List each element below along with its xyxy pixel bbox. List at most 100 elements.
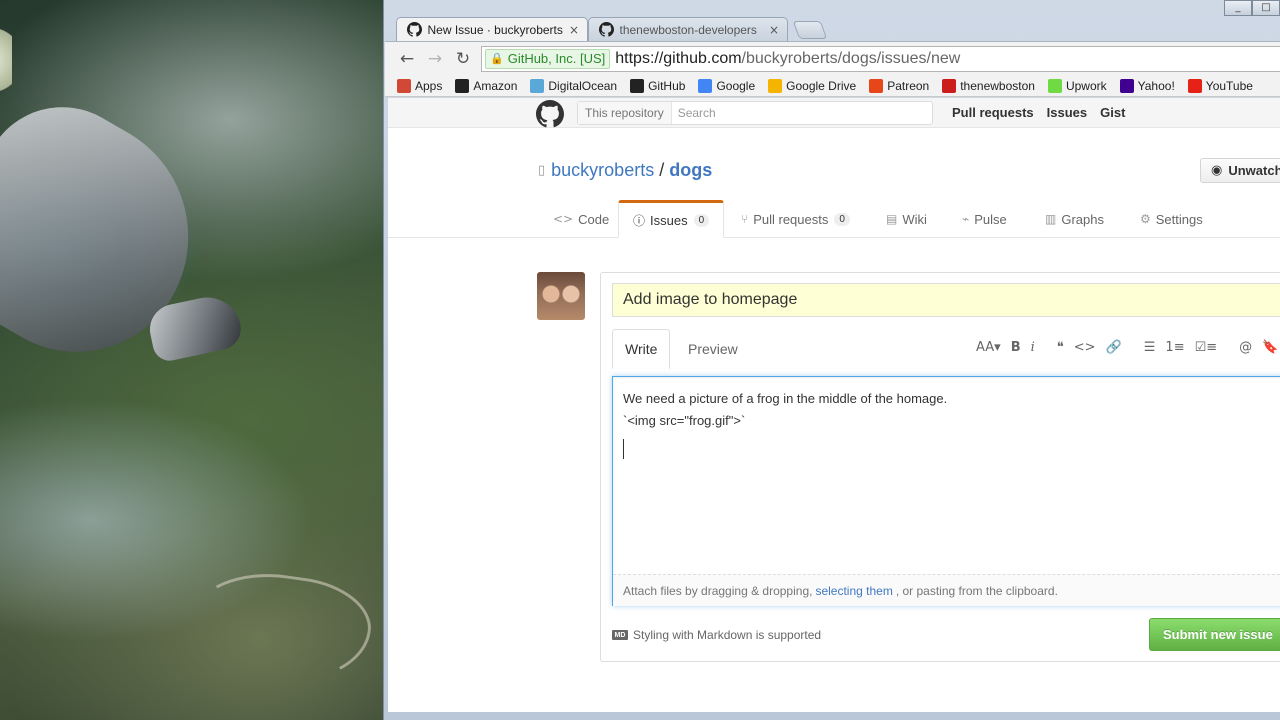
unwatch-button[interactable]: ◉ Unwatch [1200,158,1280,183]
issues-counter: 0 [693,213,710,227]
tab-code[interactable]: <> Code [553,200,609,238]
github-logo-icon[interactable] [536,100,564,128]
text-size-icon[interactable]: AA▾ [976,340,1001,355]
markdown-support-note[interactable]: MD Styling with Markdown is supported [612,628,821,642]
address-bar[interactable]: 🔒 GitHub, Inc. [US] https://github.com/b… [481,45,1280,72]
tab-label: Graphs [1061,211,1104,227]
tab-label: Pull requests [753,211,829,227]
lock-icon: 🔒 [490,53,504,65]
new-tab-button[interactable] [792,21,828,39]
bookmark-label: YouTube [1205,78,1253,93]
minimize-button[interactable]: _ [1224,0,1252,16]
tab-pulse[interactable]: ⌁ Pulse [962,200,1007,238]
issue-title-input[interactable] [612,283,1280,317]
attach-text: Attach files by dragging & dropping, [623,583,813,598]
graph-icon: ▥ [1045,212,1057,226]
url-path: /buckyroberts/dogs/issues/new [741,49,961,67]
tab-graphs[interactable]: ▥ Graphs [1045,200,1104,238]
bold-icon[interactable]: B [1011,340,1021,355]
bookmark-label: Google Drive [786,78,857,93]
bookmark-yahoo[interactable]: Yahoo! [1119,78,1175,93]
browser-tab-new-issue[interactable]: New Issue · buckyroberts/dogs × [396,17,588,41]
bookmark-google-drive[interactable]: Google Drive [768,78,857,93]
bookmark-label: Amazon [473,78,518,93]
maximize-button[interactable]: □ [1252,0,1280,16]
select-files-link[interactable]: selecting them [815,584,892,598]
forward-arrow-icon[interactable]: → [421,49,449,69]
reload-icon[interactable]: ↻ [449,49,477,69]
issue-body-textarea[interactable]: We need a picture of a frog in the middl… [613,377,1280,574]
repo-icon: ▯ [538,163,546,178]
back-arrow-icon[interactable]: ← [393,49,421,69]
saved-reply-icon[interactable]: 🔖 [1262,340,1278,355]
bookmark-thenewboston[interactable]: thenewboston [942,78,1035,93]
ordered-list-icon[interactable]: 1≡ [1165,340,1184,355]
task-list-icon[interactable]: ☑≡ [1195,340,1218,355]
pull-requests-counter: 0 [834,212,850,226]
search-scope-label[interactable]: This repository [578,102,672,124]
repo-owner-link[interactable]: buckyroberts [551,160,654,181]
bookmark-google[interactable]: Google [698,78,756,93]
bookmark-label: Apps [415,78,443,93]
quote-icon[interactable]: ❝ [1057,340,1064,355]
body-line: `<img src="frog.gif">` [623,411,1275,433]
mention-icon[interactable]: @ [1239,340,1252,355]
code-icon: <> [553,212,574,226]
body-line: We need a picture of a frog in the middl… [623,391,948,406]
bookmark-github[interactable]: GitHub [630,78,686,93]
browser-tab-thenewboston-developers[interactable]: thenewboston-developers × [588,17,788,41]
desktop-wallpaper [0,0,384,720]
tab-settings[interactable]: ⚙ Settings [1140,200,1203,238]
user-avatar[interactable] [537,272,585,320]
window-controls: _ □ [1224,0,1280,16]
pull-request-icon: ⑂ [741,212,749,226]
nav-issues[interactable]: Issues [1047,105,1087,120]
bookmark-label: Patreon [887,78,930,93]
search-input[interactable] [677,106,932,120]
tab-issues[interactable]: ⓘ Issues 0 [618,200,725,238]
italic-icon[interactable]: i [1031,340,1035,355]
code-icon[interactable]: <> [1074,340,1096,355]
text-caret [623,439,624,459]
new-issue-form: Write Preview AA▾ B i ❝ <> 🔗 ☰ 1≡ ☑≡ @ 🔖 [600,272,1280,662]
url-text[interactable]: https://github.com/buckyroberts/dogs/iss… [615,50,960,68]
tab-title: thenewboston-developers [619,22,757,37]
bookmark-youtube[interactable]: YouTube [1187,78,1253,93]
tab-close-icon[interactable]: × [769,23,779,37]
nav-pull-requests[interactable]: Pull requests [952,105,1034,120]
bookmark-upwork[interactable]: Upwork [1047,78,1107,93]
bookmark-label: GitHub [648,78,686,93]
tab-label: Issues [650,212,688,228]
eye-icon: ◉ [1211,163,1223,178]
ev-certificate-badge[interactable]: 🔒 GitHub, Inc. [US] [485,48,611,69]
tab-pull-requests[interactable]: ⑂ Pull requests 0 [741,200,850,238]
write-tab[interactable]: Write [612,329,671,369]
unordered-list-icon[interactable]: ☰ [1144,340,1156,355]
preview-tab[interactable]: Preview [676,329,750,369]
unwatch-label: Unwatch [1228,163,1280,178]
bookmark-digitalocean[interactable]: DigitalOcean [530,78,617,93]
gear-icon: ⚙ [1140,212,1151,226]
thenewboston-icon [942,78,957,93]
github-favicon-icon [599,22,615,38]
bookmark-amazon[interactable]: Amazon [455,78,518,93]
bookmark-apps[interactable]: Apps [397,78,443,93]
bookmark-label: Upwork [1065,78,1107,93]
header-nav: Pull requests Issues Gist [952,105,1138,120]
bookmark-patreon[interactable]: Patreon [869,78,930,93]
yahoo-icon [1119,78,1134,93]
tab-label: Pulse [974,211,1007,227]
submit-new-issue-button[interactable]: Submit new issue [1149,618,1280,651]
link-icon[interactable]: 🔗 [1106,340,1122,355]
tab-title: New Issue · buckyroberts/dogs [427,22,563,37]
bookmark-label: Google [716,78,756,93]
upwork-icon [1047,78,1062,93]
repo-name-link[interactable]: dogs [669,160,712,181]
issue-body-editor[interactable]: We need a picture of a frog in the middl… [612,376,1280,606]
nav-gist[interactable]: Gist [1100,105,1125,120]
repo-nav-tabs: <> Code ⓘ Issues 0 ⑂ Pull requests 0 ▤ W… [388,200,1280,238]
tab-label: Code [578,211,610,227]
tab-close-icon[interactable]: × [569,23,579,37]
tab-wiki[interactable]: ▤ Wiki [886,200,927,238]
attach-files-bar[interactable]: Attach files by dragging & dropping, sel… [613,574,1280,606]
